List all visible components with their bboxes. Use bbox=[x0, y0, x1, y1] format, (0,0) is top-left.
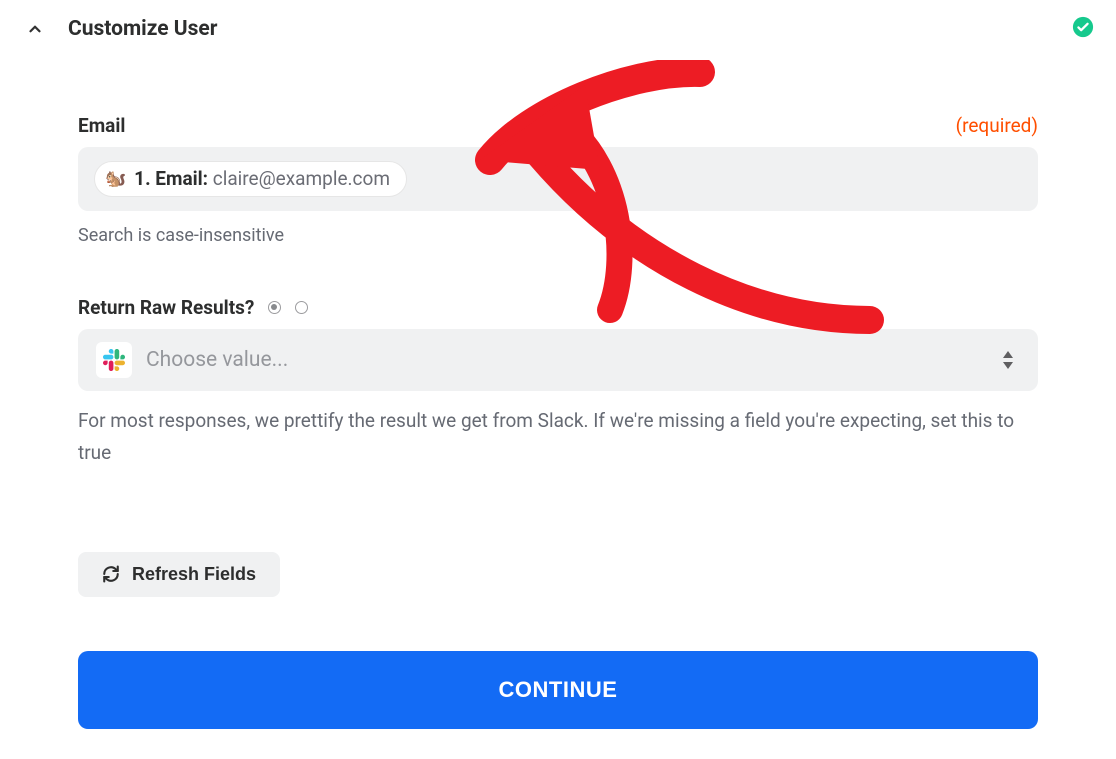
slack-icon bbox=[96, 342, 132, 378]
continue-button-label: CONTINUE bbox=[499, 677, 618, 702]
field-header: Email (required) bbox=[78, 114, 1038, 137]
raw-results-field-group: Return Raw Results? Choose value... For … bbox=[78, 296, 1038, 470]
raw-help-text: For most responses, we prettify the resu… bbox=[78, 405, 1038, 470]
email-help-text: Search is case-insensitive bbox=[78, 223, 1038, 248]
email-input[interactable]: 🐿️ 1. Email: claire@example.com bbox=[78, 147, 1038, 211]
collapse-toggle[interactable] bbox=[20, 14, 50, 44]
section-title: Customize User bbox=[68, 17, 217, 41]
raw-results-label: Return Raw Results? bbox=[78, 296, 254, 319]
refresh-fields-button[interactable]: Refresh Fields bbox=[78, 552, 280, 597]
radio-option-selected[interactable] bbox=[268, 301, 281, 314]
select-placeholder: Choose value... bbox=[146, 348, 288, 372]
email-field-group: Email (required) 🐿️ 1. Email: claire@exa… bbox=[78, 114, 1038, 248]
raw-label-row: Return Raw Results? bbox=[78, 296, 1038, 319]
chevron-up-icon bbox=[26, 20, 44, 38]
form-body: Email (required) 🐿️ 1. Email: claire@exa… bbox=[0, 54, 1116, 759]
sort-caret-icon bbox=[1002, 351, 1014, 369]
refresh-button-label: Refresh Fields bbox=[132, 564, 256, 585]
section-header: Customize User bbox=[0, 0, 1116, 54]
required-tag: (required) bbox=[956, 114, 1038, 137]
status-check-badge bbox=[1072, 16, 1094, 38]
refresh-icon bbox=[102, 565, 120, 583]
email-value-pill[interactable]: 🐿️ 1. Email: claire@example.com bbox=[94, 161, 407, 198]
email-label: Email bbox=[78, 114, 125, 137]
pill-value: claire@example.com bbox=[213, 167, 390, 190]
app-emoji-icon: 🐿️ bbox=[105, 169, 126, 189]
pill-prefix: 1. Email: bbox=[134, 167, 208, 190]
raw-results-select[interactable]: Choose value... bbox=[78, 329, 1038, 391]
continue-button[interactable]: CONTINUE bbox=[78, 651, 1038, 729]
radio-option-unselected[interactable] bbox=[295, 301, 308, 314]
